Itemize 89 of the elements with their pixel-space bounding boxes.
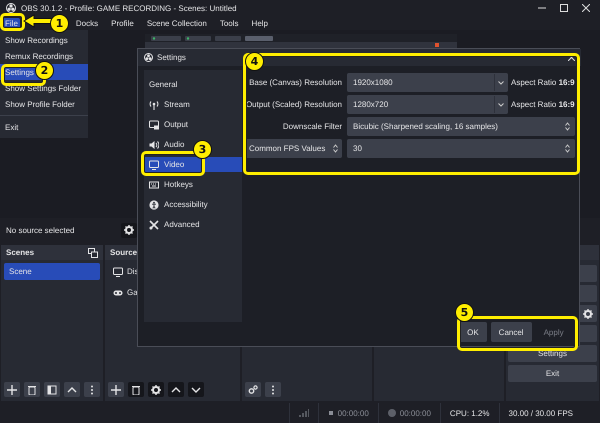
spinner-icon xyxy=(564,122,570,131)
spinner-icon xyxy=(564,144,570,153)
trash-button[interactable] xyxy=(24,382,40,397)
add-icon xyxy=(111,384,121,394)
menu-item[interactable]: Show Profile Folder xyxy=(0,96,88,112)
close-icon[interactable] xyxy=(568,54,575,61)
spinner-icon xyxy=(333,144,338,153)
monitor-icon xyxy=(113,266,123,276)
aspect-ratio: Aspect Ratio 16:9 xyxy=(511,78,575,87)
status-text: No source selected xyxy=(6,226,76,234)
gear-icon xyxy=(583,308,593,318)
sidebar-item[interactable]: Output xyxy=(144,117,196,132)
accessibility-icon xyxy=(149,200,159,210)
gear-button[interactable] xyxy=(148,382,164,397)
window-title: OBS 30.1.2 - Profile: GAME RECORDING - Scenes: Untitled xyxy=(21,4,238,12)
gear-icon xyxy=(151,384,161,394)
stream-status-icon xyxy=(328,410,334,416)
panel-title: Scenes xyxy=(6,248,34,257)
source-item[interactable]: Ga xyxy=(127,288,138,297)
monitor-icon xyxy=(149,160,159,170)
trash-icon xyxy=(27,384,37,394)
menu-item[interactable]: Help xyxy=(250,18,270,28)
trash-button[interactable] xyxy=(128,382,144,397)
chevron-up-icon xyxy=(67,384,77,394)
chevron-up-icon xyxy=(171,384,181,394)
panel-button[interactable] xyxy=(44,382,60,397)
panel-title: Source xyxy=(110,248,138,257)
tools-icon xyxy=(149,220,159,230)
dialog-button[interactable]: Cancel xyxy=(490,322,532,342)
menu-item[interactable]: Docks xyxy=(74,18,100,28)
menu-item[interactable]: Show Recordings xyxy=(0,32,88,48)
app-logo-icon xyxy=(6,3,16,13)
sidebar-item[interactable]: Hotkeys xyxy=(144,177,201,192)
menu-item[interactable]: Profile xyxy=(109,18,136,28)
cpu-usage: CPU: 1.2% xyxy=(450,408,490,418)
keyboard-icon xyxy=(149,180,159,190)
sidebar-item[interactable]: Stream xyxy=(144,97,198,112)
aspect-ratio: Aspect Ratio 16:9 xyxy=(511,100,575,109)
fps-select[interactable]: 30 xyxy=(347,139,575,158)
resolution-combo[interactable]: 1920x1080 xyxy=(347,73,508,92)
stream-timer: 00:00:00 xyxy=(338,408,369,418)
more-button[interactable] xyxy=(84,382,100,397)
field-label: Downscale Filter xyxy=(282,122,342,131)
screen-icon xyxy=(149,120,159,130)
gamepad-icon xyxy=(113,288,123,298)
trash-icon xyxy=(131,384,141,394)
app-logo-icon xyxy=(144,53,153,62)
gears-button[interactable] xyxy=(245,382,261,397)
dialog-button[interactable]: OK xyxy=(459,322,487,342)
sidebar-item[interactable]: Video xyxy=(144,157,242,172)
maximize-icon[interactable] xyxy=(560,4,568,12)
fps-readout: 30.00 / 30.00 FPS xyxy=(508,408,573,418)
menu-item[interactable]: Remux Recordings xyxy=(0,48,88,64)
menu-item[interactable]: Tools xyxy=(218,18,241,28)
sidebar-item[interactable]: Audio xyxy=(144,137,192,152)
chevron-down-icon xyxy=(191,384,201,394)
add-button[interactable] xyxy=(4,382,20,397)
record-status-icon xyxy=(388,409,396,417)
menu-item[interactable]: Exit xyxy=(0,119,88,135)
antenna-icon xyxy=(149,100,159,110)
control-button[interactable]: Exit xyxy=(508,365,597,382)
gears-icon xyxy=(248,384,258,394)
signal-icon xyxy=(298,409,309,417)
sidebar-item[interactable]: Accessibility xyxy=(144,197,216,212)
sidebar-item[interactable]: General xyxy=(144,77,186,92)
panel-icon xyxy=(47,384,57,394)
scene-item[interactable]: Scene xyxy=(4,263,100,280)
field-label: Base (Canvas) Resolution xyxy=(248,78,342,87)
undock-icon xyxy=(88,248,98,258)
resolution-combo[interactable]: 1280x720 xyxy=(347,95,508,114)
chevron-up-button[interactable] xyxy=(168,382,184,397)
chevron-down-button[interactable] xyxy=(188,382,204,397)
add-icon xyxy=(7,384,17,394)
close-icon[interactable] xyxy=(582,4,590,12)
more-button[interactable] xyxy=(265,382,281,397)
chevron-down-icon xyxy=(498,102,504,106)
highlight-frame xyxy=(0,13,25,31)
sidebar-item[interactable]: Advanced xyxy=(144,217,208,232)
filter-select[interactable]: Bicubic (Sharpened scaling, 16 samples) xyxy=(347,117,575,136)
record-timer: 00:00:00 xyxy=(400,408,431,418)
field-label: Output (Scaled) Resolution xyxy=(244,100,342,109)
gear-icon xyxy=(124,225,134,235)
chevron-up-button[interactable] xyxy=(64,382,80,397)
speaker-icon xyxy=(149,140,159,150)
dialog-title: Settings xyxy=(157,53,186,62)
menu-item[interactable]: Scene Collection xyxy=(144,18,209,28)
chevron-down-icon xyxy=(498,80,504,84)
properties-button[interactable] xyxy=(121,222,137,238)
add-button[interactable] xyxy=(108,382,124,397)
